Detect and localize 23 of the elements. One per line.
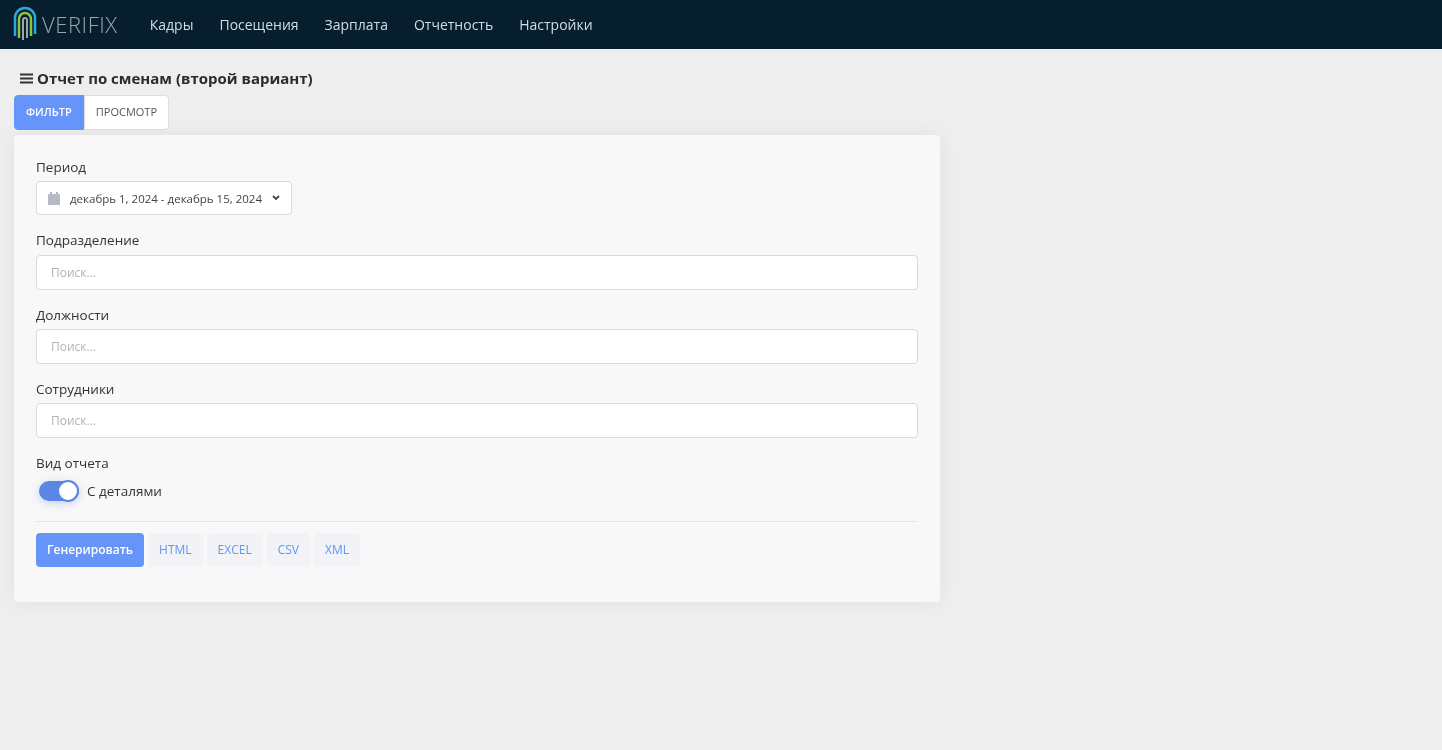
field-label: Период: [36, 157, 88, 178]
field-label: Должности: [36, 304, 111, 325]
date-range-picker[interactable]: декабрь 1, 2024 - декабрь 15, 2024: [36, 181, 293, 216]
chevron-down-icon: [272, 195, 281, 202]
calendar-icon: [48, 191, 60, 205]
nav-link[interactable]: Настройки: [519, 14, 593, 35]
nav-link[interactable]: Кадры: [149, 14, 194, 35]
tab[interactable]: ПРОСМОТР: [83, 95, 169, 130]
nav-link[interactable]: Зарплата: [324, 14, 388, 35]
search-field[interactable]: Поиск...: [36, 403, 918, 438]
page-title: Отчет по сменам (второй вариант): [37, 66, 313, 90]
nav-link[interactable]: Посещения: [219, 14, 299, 35]
search-field[interactable]: Поиск...: [36, 254, 918, 290]
field-label: Подразделение: [36, 230, 141, 251]
menu-icon[interactable]: [20, 72, 33, 84]
nav-link[interactable]: Отчетность: [413, 14, 494, 35]
toggle-label: С деталями: [87, 481, 162, 502]
toggle-switch[interactable]: [39, 481, 79, 502]
field-label: Сотрудники: [36, 378, 116, 399]
search-field[interactable]: Поиск...: [36, 328, 918, 364]
field-label: Вид отчета: [36, 453, 110, 474]
date-range-value: декабрь 1, 2024 - декабрь 15, 2024: [70, 189, 263, 207]
brand-name: VERIFIX: [42, 8, 118, 41]
